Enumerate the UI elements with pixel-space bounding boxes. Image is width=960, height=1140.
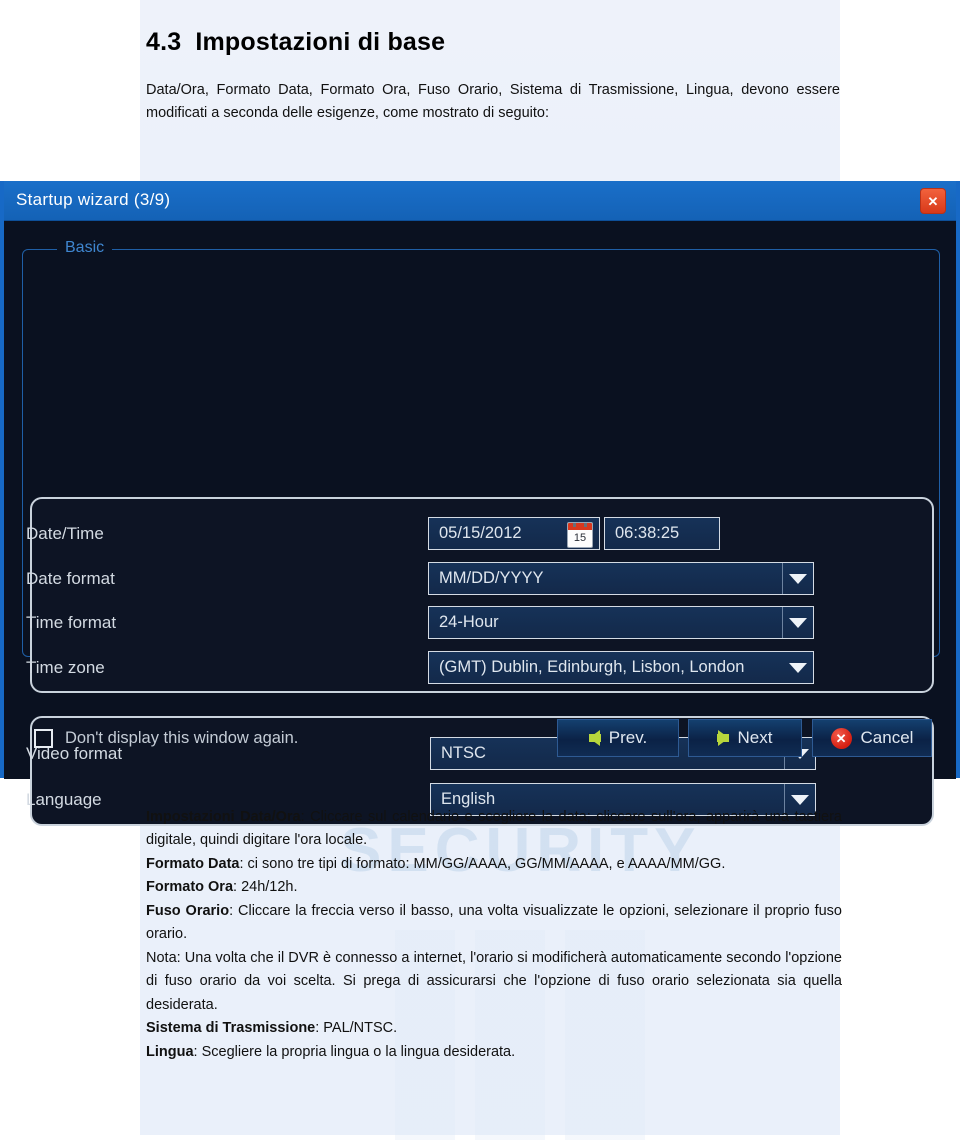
dont-display-checkbox[interactable]	[34, 729, 53, 748]
note-item: Sistema di Trasmissione: PAL/NTSC.	[146, 1017, 842, 1040]
arrow-left-icon	[588, 730, 601, 746]
calendar-day: 15	[573, 532, 587, 544]
cancel-x-icon: ✕	[830, 727, 852, 749]
chevron-down-icon[interactable]	[782, 607, 813, 638]
date-input[interactable]: 05/15/2012 15	[428, 517, 600, 550]
time-format-label: Time format	[26, 613, 117, 632]
calendar-icon[interactable]: 15	[567, 522, 593, 548]
startup-wizard-dialog: Startup wizard (3/9) ✕ Basic Date/Time 0…	[0, 181, 960, 826]
note-text: : Una volta che il DVR è connesso a inte…	[146, 949, 842, 1013]
note-text: : ci sono tre tipi di formato: MM/GG/AAA…	[239, 855, 726, 872]
basic-group-label: Basic	[57, 239, 113, 257]
note-item: Formato Ora: 24h/12h.	[146, 876, 842, 899]
cancel-button[interactable]: ✕ Cancel	[812, 719, 932, 757]
time-zone-value: (GMT) Dublin, Edinburgh, Lisbon, London	[439, 658, 745, 676]
document-header: 4.3 Impostazioni di base Data/Ora, Format…	[146, 28, 846, 126]
section-title: Impostazioni di base	[195, 28, 446, 56]
note-text: : Cliccare la freccia verso il basso, un…	[146, 902, 842, 943]
note-item: Formato Data: ci sono tre tipi di format…	[146, 853, 842, 876]
note-label: Nota	[146, 949, 177, 966]
dialog-title: Startup wizard (3/9)	[16, 190, 171, 209]
date-format-select[interactable]: MM/DD/YYYY	[428, 562, 814, 595]
date-format-value: MM/DD/YYYY	[439, 569, 544, 587]
next-button-label: Next	[737, 728, 773, 747]
time-zone-select[interactable]: (GMT) Dublin, Edinburgh, Lisbon, London	[428, 651, 814, 684]
date-value: 05/15/2012	[439, 524, 522, 542]
chevron-down-icon[interactable]	[782, 563, 813, 594]
note-label: Formato Data	[146, 855, 240, 872]
chevron-down-icon[interactable]	[783, 652, 813, 683]
next-button[interactable]: Next	[688, 719, 802, 757]
note-label: Sistema di Trasmissione	[146, 1020, 316, 1037]
note-text: : Scegliere la propria lingua o la lingu…	[193, 1043, 516, 1060]
note-text: : 24h/12h.	[233, 879, 298, 896]
document-notes: Impostazioni Data/Ora: Cliccare sul cale…	[146, 806, 842, 1064]
language-label: Language	[26, 790, 102, 809]
close-icon[interactable]: ✕	[920, 188, 946, 214]
row-time-format: Time format 24-Hour	[4, 601, 956, 645]
dialog-title-bar: Startup wizard (3/9) ✕	[4, 181, 956, 221]
section-number: 4.3	[146, 28, 182, 56]
note-label: Impostazioni Data/Ora	[146, 809, 301, 825]
note-label: Formato Ora	[146, 879, 234, 896]
note-item: Nota: Una volta che il DVR è connesso a …	[146, 947, 842, 1017]
date-time-label: Date/Time	[26, 524, 104, 543]
note-item: Impostazioni Data/Ora: Cliccare sul cale…	[146, 806, 842, 853]
time-zone-label: Time zone	[26, 658, 105, 677]
page-title: 4.3 Impostazioni di base	[146, 28, 846, 57]
note-text: : PAL/NTSC.	[315, 1020, 398, 1037]
time-value: 06:38:25	[615, 524, 680, 542]
dialog-body: Basic Date/Time 05/15/2012 15 06:38:25 D…	[4, 221, 956, 826]
row-time-zone: Time zone (GMT) Dublin, Edinburgh, Lisbo…	[4, 646, 956, 690]
note-item: Lingua: Scegliere la propria lingua o la…	[146, 1041, 842, 1064]
date-format-label: Date format	[26, 569, 115, 588]
intro-paragraph: Data/Ora, Formato Data, Formato Ora, Fus…	[146, 82, 840, 122]
dont-display-label: Don't display this window again.	[65, 729, 299, 747]
row-date-format: Date format MM/DD/YYYY	[4, 557, 956, 601]
note-item: Fuso Orario: Cliccare la freccia verso i…	[146, 900, 842, 947]
note-label: Fuso Orario	[146, 902, 230, 919]
time-format-value: 24-Hour	[439, 613, 499, 631]
time-format-select[interactable]: 24-Hour	[428, 606, 814, 639]
dialog-footer: Don't display this window again. Prev. N…	[4, 711, 956, 779]
cancel-button-label: Cancel	[860, 728, 914, 747]
prev-button-label: Prev.	[608, 728, 648, 747]
dont-display-checkbox-wrapper[interactable]: Don't display this window again.	[34, 729, 298, 748]
time-input[interactable]: 06:38:25	[604, 517, 720, 550]
prev-button[interactable]: Prev.	[557, 719, 679, 757]
note-label: Lingua	[146, 1043, 194, 1060]
arrow-right-icon	[716, 730, 729, 746]
row-date-time: Date/Time 05/15/2012 15 06:38:25	[4, 512, 956, 556]
